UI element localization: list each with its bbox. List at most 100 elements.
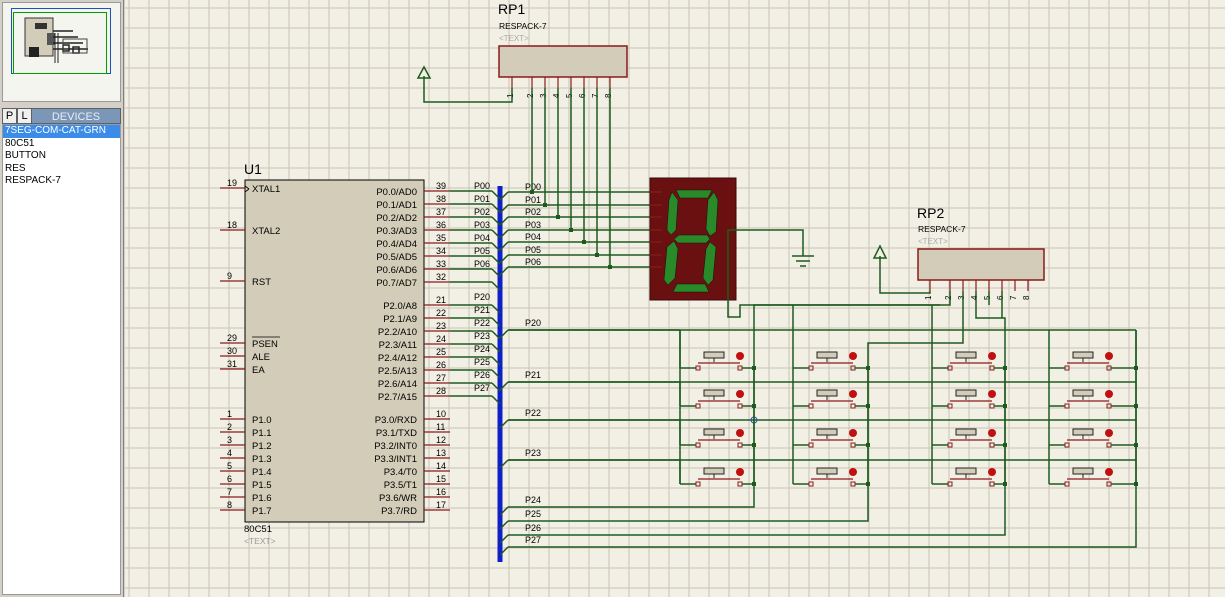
library-mode-button[interactable]: L (17, 108, 32, 124)
u1-pin-number: 12 (436, 435, 446, 445)
col-wire-p25 (508, 291, 964, 522)
button-indicator (1105, 390, 1113, 398)
rp1-part-label: RESPACK-7 (499, 21, 547, 31)
button-indicator (736, 352, 744, 360)
schematic-canvas[interactable]: U1 80C51 <TEXT> 19 XTAL1 18 XTAL2 9 RST 29 PSEN 30 A… (125, 0, 1225, 597)
p0-net-label: P03 (525, 220, 541, 230)
u1-pin-name: P1.2 (252, 441, 272, 452)
u1-pin-number: 1 (227, 409, 232, 419)
u1-text-label: <TEXT> (244, 536, 276, 546)
rp1-pin-number: 3 (539, 93, 548, 98)
u1-pin-name: P2.1/A9 (383, 314, 417, 325)
u1-pin-number: 32 (436, 272, 446, 282)
button-cap (703, 351, 725, 359)
button-cap (703, 428, 725, 436)
rp2-pin-number: 6 (996, 295, 1005, 300)
pick-mode-button[interactable]: P (2, 108, 17, 124)
button-cap (955, 428, 977, 436)
device-item[interactable]: BUTTON (3, 150, 120, 163)
p2-net-label: P24 (525, 495, 541, 505)
u1-pin-name: P0.0/AD0 (376, 187, 417, 198)
u1-pin-number: 33 (436, 259, 446, 269)
p2-net-label: P23 (525, 448, 541, 458)
button-cap (703, 389, 725, 397)
u1-pin-name: P3.3/INT1 (374, 454, 417, 465)
p2-net-label: P26 (525, 523, 541, 533)
u1-pin-name: XTAL2 (252, 226, 280, 237)
device-item[interactable]: RES (3, 163, 120, 176)
u1-pin-name: P3.5/T1 (384, 480, 417, 491)
devices-header: P L DEVICES (2, 108, 121, 124)
rp1-vcc-wire (423, 76, 513, 103)
p0-bus-label: P05 (474, 246, 490, 256)
rp2-pin-number: 4 (970, 295, 979, 300)
device-item[interactable]: RESPACK-7 (3, 175, 120, 188)
p0-bus-label: P06 (474, 259, 490, 269)
button-cap (1072, 467, 1094, 475)
u1-pin-name: P3.7/RD (381, 506, 417, 517)
devices-title: DEVICES (32, 108, 121, 124)
u1-pin-number: 31 (227, 359, 237, 369)
p2-net-label: P20 (525, 318, 541, 328)
u1-pin-number: 6 (227, 474, 232, 484)
button-indicator (736, 468, 744, 476)
rp2-pin-number: 5 (983, 295, 992, 300)
rp2-text-label: <TEXT> (918, 237, 948, 246)
button-terminal (808, 442, 814, 448)
p0-bus-label: P03 (474, 220, 490, 230)
device-item[interactable]: 80C51 (3, 138, 120, 151)
button-terminal (737, 481, 743, 487)
p2-net-label: P25 (525, 509, 541, 519)
u1-pin-name: EA (252, 365, 265, 376)
button-indicator (988, 390, 996, 398)
rp2-body (917, 248, 1045, 281)
button-terminal (850, 403, 856, 409)
button-indicator (988, 468, 996, 476)
u1-pin-number: 16 (436, 487, 446, 497)
p0-bus-label: P02 (474, 207, 490, 217)
u1-pin-number: 35 (436, 233, 446, 243)
u1-pin-name: P2.4/A12 (378, 353, 417, 364)
button-terminal (695, 403, 701, 409)
u1-pin-number: 21 (436, 295, 446, 305)
u1-pin-number: 25 (436, 347, 446, 357)
p2-bus-label: P27 (474, 383, 490, 393)
u1-part-label: 80C51 (244, 524, 272, 535)
u1-pin-name: P2.7/A15 (378, 392, 417, 403)
schematic-drawing[interactable]: U180C51<TEXT>19XTAL118XTAL29RST29PSEN30A… (125, 0, 1225, 597)
u1-pin-name: P2.3/A11 (379, 340, 417, 351)
p0-bus-label: P01 (474, 194, 490, 204)
button-terminal (808, 403, 814, 409)
rp2-pin-number: 7 (1009, 295, 1018, 300)
button-terminal (737, 403, 743, 409)
u1-pin-number: 11 (436, 422, 445, 432)
p2-bus-label: P20 (474, 292, 490, 302)
device-list[interactable]: 7SEG-COM-CAT-GRN 80C51 BUTTON RES RESPAC… (2, 124, 121, 595)
button-terminal (1064, 481, 1070, 487)
button-terminal (1064, 442, 1070, 448)
u1-pin-name: P2.0/A8 (383, 301, 417, 312)
u1-pin-name: P1.7 (252, 506, 272, 517)
u1-pin-name: XTAL1 (252, 184, 280, 195)
u1-pin-number: 15 (436, 474, 446, 484)
button-indicator (1105, 429, 1113, 437)
button-cap (1072, 389, 1094, 397)
button-indicator (988, 429, 996, 437)
overview-window[interactable] (2, 2, 121, 102)
junction-dot (543, 203, 547, 207)
button-cap (703, 467, 725, 475)
segment (672, 283, 710, 293)
button-terminal (989, 442, 995, 448)
junction-dot (530, 190, 534, 194)
rp1-pin-number: 8 (604, 93, 613, 98)
rp2-pin-number: 3 (957, 295, 966, 300)
button-cap (1072, 351, 1094, 359)
button-cap (955, 389, 977, 397)
device-item[interactable]: 7SEG-COM-CAT-GRN (3, 125, 120, 138)
rp1-pin-number: 6 (578, 93, 587, 98)
u1-pin-number: 24 (436, 334, 446, 344)
u1-pin-number: 28 (436, 386, 446, 396)
button-indicator (849, 352, 857, 360)
button-indicator (849, 390, 857, 398)
button-terminal (989, 403, 995, 409)
